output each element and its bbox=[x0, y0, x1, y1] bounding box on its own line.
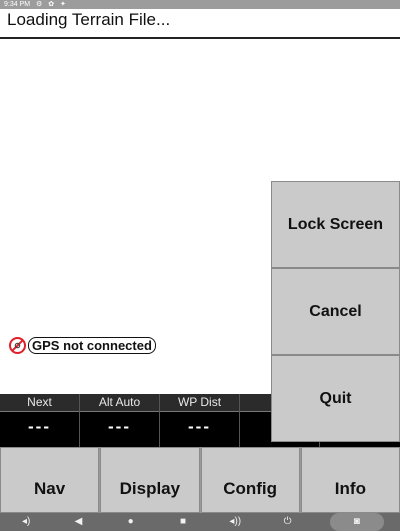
quit-button[interactable]: Quit bbox=[271, 355, 400, 442]
bottom-button-bar: Nav Display Config Info bbox=[0, 447, 400, 513]
data-field-label: WP Dist bbox=[160, 394, 239, 412]
popup-menu: Lock Screen Cancel Quit bbox=[271, 181, 400, 444]
system-nav-bar: ◂) ◀ ● ■ ◂)) ⏻ ◙ bbox=[0, 513, 400, 531]
data-field-value: --- bbox=[108, 417, 131, 436]
info-button[interactable]: Info bbox=[300, 447, 400, 513]
data-field-label: Alt Auto bbox=[80, 394, 159, 412]
data-field-label: Next bbox=[0, 394, 79, 412]
cancel-button[interactable]: Cancel bbox=[271, 268, 400, 355]
nav-button[interactable]: Nav bbox=[0, 447, 100, 513]
home-icon[interactable]: ● bbox=[121, 513, 141, 531]
recents-icon[interactable]: ■ bbox=[173, 513, 193, 531]
data-field-wp-dist: WP Dist --- bbox=[160, 394, 240, 447]
status-time: 9:34 PM bbox=[4, 1, 31, 8]
screenshot-icon[interactable]: ◙ bbox=[329, 513, 384, 531]
gps-status-label: GPS not connected bbox=[28, 337, 156, 354]
volume-up-icon[interactable]: ◂)) bbox=[225, 513, 245, 531]
back-icon[interactable]: ◀ bbox=[68, 513, 88, 531]
volume-down-icon[interactable]: ◂) bbox=[16, 513, 36, 531]
config-button[interactable]: Config bbox=[200, 447, 300, 513]
lock-screen-button[interactable]: Lock Screen bbox=[271, 181, 400, 268]
data-field-next: Next --- bbox=[0, 394, 80, 447]
no-gps-icon bbox=[9, 337, 26, 354]
status-icons: ⚙ ✿ ✦ bbox=[36, 1, 68, 8]
gps-status: GPS not connected bbox=[9, 337, 156, 354]
data-field-value: --- bbox=[188, 417, 211, 436]
power-icon[interactable]: ⏻ bbox=[278, 513, 298, 531]
display-button[interactable]: Display bbox=[100, 447, 200, 513]
page-title: Loading Terrain File... bbox=[7, 10, 171, 29]
status-bar: 9:34 PM ⚙ ✿ ✦ bbox=[0, 0, 400, 9]
data-field-value: --- bbox=[28, 417, 51, 436]
data-field-alt-auto: Alt Auto --- bbox=[80, 394, 160, 447]
title-divider bbox=[0, 37, 400, 39]
